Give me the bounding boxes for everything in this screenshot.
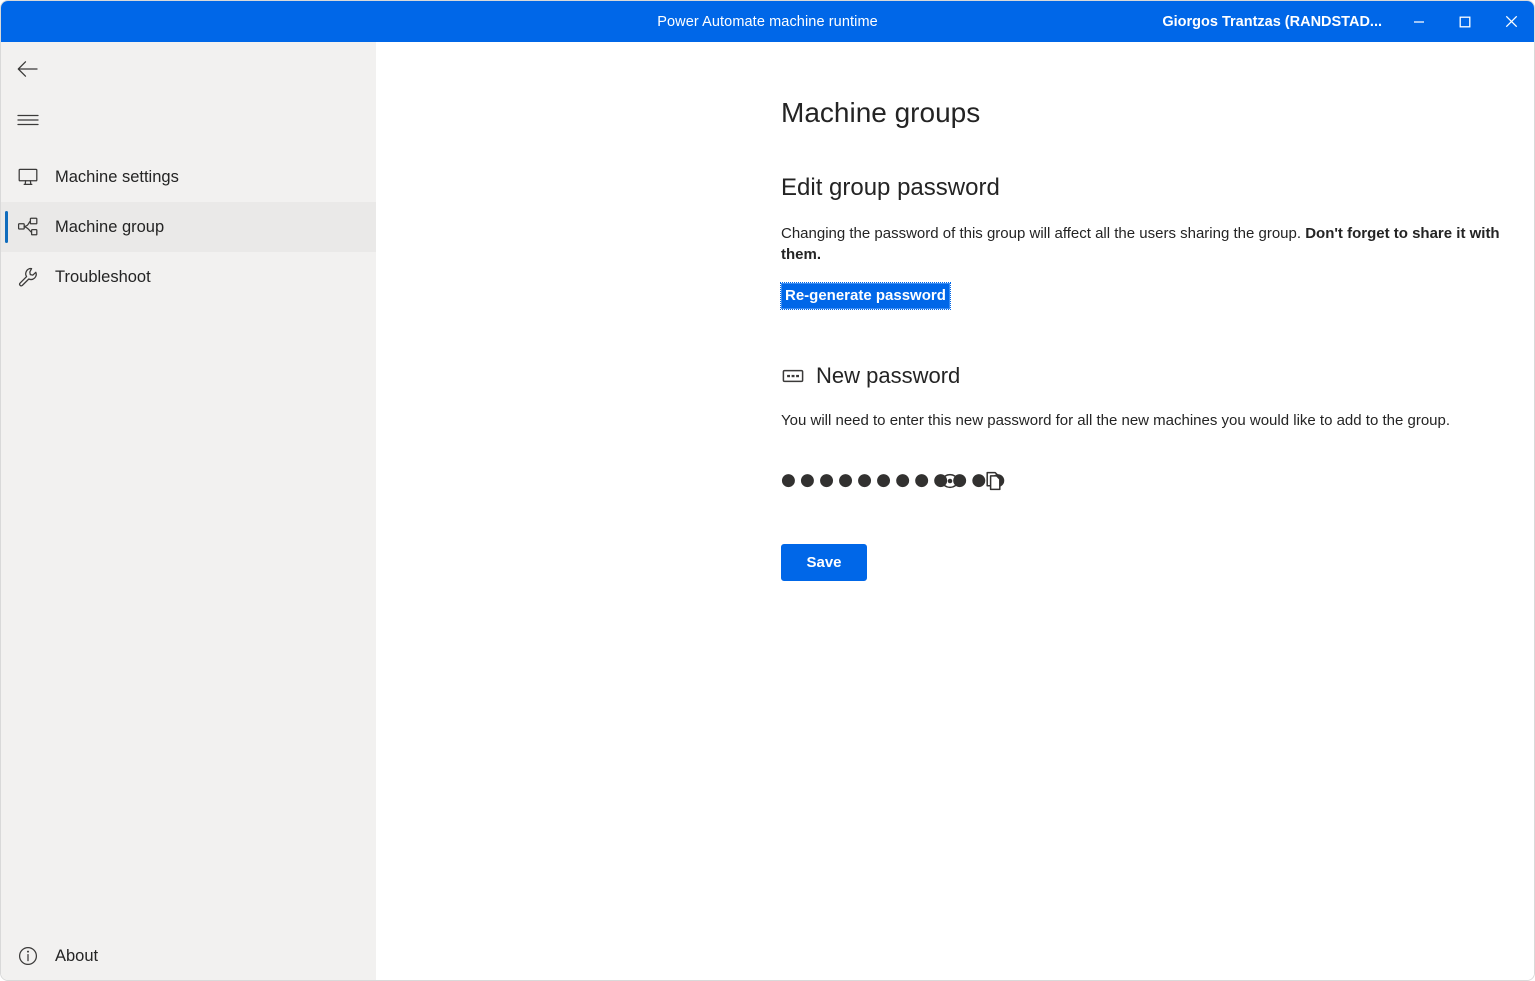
- titlebar-right-group: Giorgos Trantzas (RANDSTAD...: [1162, 1, 1534, 42]
- section-title: Edit group password: [781, 173, 1000, 201]
- description-normal-text: Changing the password of this group will…: [781, 225, 1306, 243]
- hamburger-icon: [17, 114, 39, 126]
- password-masked-value: ●●●●●●●●●●●●: [781, 470, 1010, 491]
- sidebar-item-label: Troubleshoot: [55, 267, 151, 286]
- save-button[interactable]: Save: [781, 543, 867, 581]
- new-password-help-text: You will need to enter this new password…: [781, 412, 1451, 430]
- regenerate-password-link[interactable]: Re-generate password: [780, 281, 951, 311]
- new-password-heading-row: New password: [781, 364, 1534, 388]
- main-content: Machine groups Edit group password Chang…: [376, 42, 1534, 980]
- page-title: Machine groups: [781, 97, 981, 128]
- menu-toggle-button[interactable]: [1, 96, 376, 144]
- close-button[interactable]: [1488, 1, 1534, 42]
- eye-icon: [939, 473, 961, 488]
- window-title: Power Automate machine runtime: [657, 13, 878, 30]
- sidebar-item-label: Machine settings: [55, 167, 179, 186]
- copy-icon: [986, 471, 1001, 490]
- app-window: Power Automate machine runtime Giorgos T…: [0, 0, 1535, 981]
- minimize-icon: [1414, 20, 1424, 23]
- sidebar: Machine settings Machine group Troublesh…: [1, 42, 376, 980]
- maximize-icon: [1459, 16, 1471, 27]
- sidebar-item-about[interactable]: About: [1, 930, 376, 980]
- back-button[interactable]: [1, 45, 376, 93]
- maximize-button[interactable]: [1442, 1, 1488, 42]
- sidebar-item-label: Machine group: [55, 217, 165, 236]
- minimize-button[interactable]: [1396, 1, 1442, 42]
- arrow-left-icon: [17, 61, 38, 77]
- close-icon: [1505, 15, 1517, 28]
- copy-password-button[interactable]: [979, 466, 1009, 496]
- sidebar-item-machine-group[interactable]: Machine group: [1, 202, 376, 252]
- sidebar-item-label: About: [55, 946, 99, 965]
- show-password-button[interactable]: [935, 466, 965, 496]
- sidebar-item-machine-settings[interactable]: Machine settings: [1, 152, 376, 202]
- title-bar: Power Automate machine runtime Giorgos T…: [1, 1, 1534, 42]
- wrench-icon: [15, 264, 41, 290]
- monitor-icon: [15, 164, 41, 190]
- machine-group-icon: [15, 214, 41, 240]
- body-split: Machine settings Machine group Troublesh…: [1, 42, 1534, 980]
- password-field-icon: [781, 364, 805, 388]
- info-icon: [15, 943, 41, 969]
- sidebar-item-troubleshoot[interactable]: Troubleshoot: [1, 252, 376, 302]
- account-name[interactable]: Giorgos Trantzas (RANDSTAD...: [1162, 14, 1396, 30]
- new-password-heading: New password: [816, 363, 961, 389]
- regenerate-link-row: Re-generate password: [780, 281, 1534, 311]
- section-description: Changing the password of this group will…: [781, 224, 1534, 265]
- sidebar-nav-list: Machine settings Machine group Troublesh…: [1, 152, 376, 302]
- password-value-row: ●●●●●●●●●●●●: [781, 465, 1534, 497]
